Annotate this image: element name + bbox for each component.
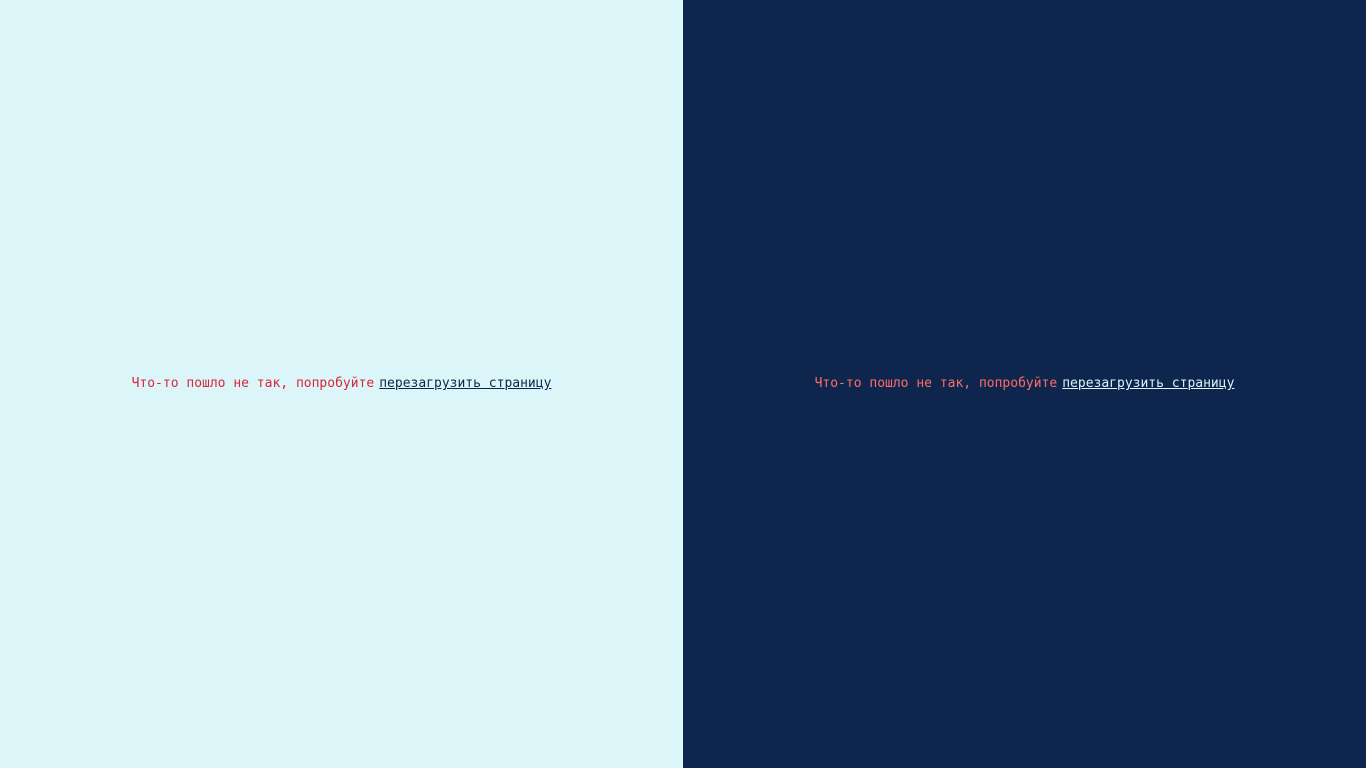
error-message-text: Что-то пошло не так, попробуйте [814,376,1058,391]
light-theme-panel: Что-то пошло не так, попробуйте перезагру… [0,0,683,768]
error-message-text: Что-то пошло не так, попробуйте [131,376,375,391]
reload-page-link[interactable]: перезагрузить страницу [379,376,551,391]
reload-page-link[interactable]: перезагрузить страницу [1062,376,1234,391]
error-message: Что-то пошло не так, попробуйте перезагру… [815,376,1235,392]
dark-theme-panel: Что-то пошло не так, попробуйте перезагру… [683,0,1366,768]
error-message: Что-то пошло не так, попробуйте перезагру… [132,376,552,392]
